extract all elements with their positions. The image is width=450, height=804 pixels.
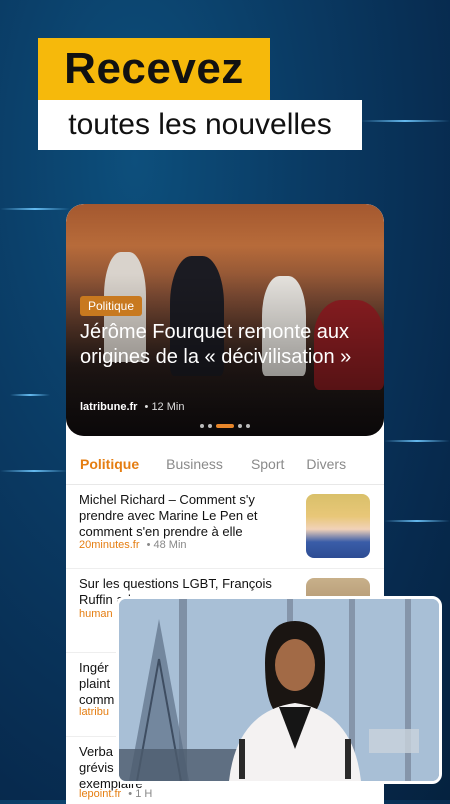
article-source: human (79, 608, 113, 620)
article-time: • 1 H (128, 788, 153, 800)
hero-title[interactable]: Jérôme Fourquet remonte aux origines de … (80, 320, 370, 370)
tab-divers[interactable]: Divers (306, 456, 346, 472)
article-meta: latribu (79, 706, 109, 718)
hero-source: latribune.fr (80, 401, 138, 413)
video-frame (119, 599, 439, 781)
article-thumbnail (306, 494, 370, 558)
carousel-dots[interactable] (200, 424, 250, 428)
carousel-dot[interactable] (208, 424, 212, 428)
promo-headline: Recevez (64, 44, 244, 93)
hero-time: • 12 Min (144, 401, 185, 413)
article-time-value: 1 H (135, 788, 153, 800)
article-meta: 20minutes.fr • 48 Min (79, 539, 187, 551)
tab-politique[interactable]: Politique (80, 456, 139, 472)
carousel-dot-active[interactable] (216, 424, 234, 428)
promo-subheadline-box: toutes les nouvelles (38, 100, 362, 150)
list-item[interactable]: Michel Richard – Comment s'y prendre ave… (66, 486, 384, 569)
article-meta: human (79, 608, 113, 620)
article-title[interactable]: Michel Richard – Comment s'y prendre ave… (79, 492, 289, 540)
article-source: latribu (79, 706, 109, 718)
carousel-dot[interactable] (246, 424, 250, 428)
light-streak (384, 440, 450, 442)
hero-category-badge: Politique (80, 296, 143, 316)
light-streak (0, 208, 70, 210)
category-tabs: Politique Business Sport Divers (66, 444, 384, 485)
light-streak (0, 470, 68, 472)
carousel-dot[interactable] (200, 424, 204, 428)
hero-card[interactable]: Politique Jérôme Fourquet remonte aux or… (66, 204, 384, 436)
tab-business[interactable]: Business (166, 456, 223, 472)
tab-sport[interactable]: Sport (251, 456, 284, 472)
promo-headline-box: Recevez (38, 38, 270, 100)
article-time: • 48 Min (146, 539, 187, 551)
hero-time-value: 12 Min (151, 401, 185, 413)
article-title[interactable]: Ingér plaint comm (79, 660, 119, 708)
article-source: lepoint.fr (79, 788, 122, 800)
hero-meta: latribune.fr • 12 Min (80, 401, 184, 413)
carousel-dot[interactable] (238, 424, 242, 428)
article-meta: lepoint.fr • 1 H (79, 788, 152, 800)
article-time-value: 48 Min (153, 539, 187, 551)
video-player[interactable] (116, 596, 442, 784)
light-streak (10, 394, 50, 396)
light-streak (360, 120, 450, 122)
article-source: 20minutes.fr (79, 539, 140, 551)
promo-subheadline: toutes les nouvelles (68, 108, 332, 141)
light-streak (384, 520, 450, 522)
